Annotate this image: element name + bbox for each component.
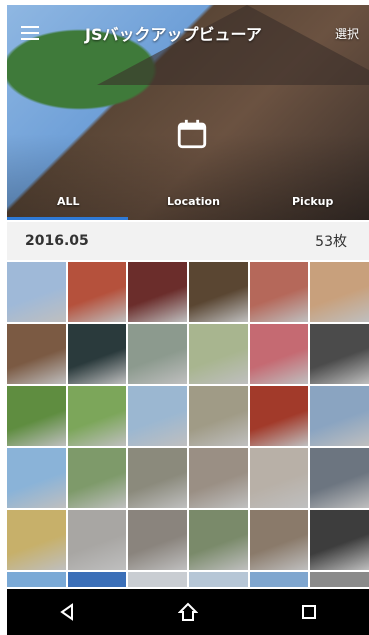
- photo-thumbnail[interactable]: [67, 262, 127, 322]
- photo-thumbnail[interactable]: [189, 386, 248, 446]
- photo-thumbnail[interactable]: [189, 262, 248, 322]
- photo-thumbnail[interactable]: [189, 572, 248, 587]
- photo-thumbnail[interactable]: [128, 324, 187, 384]
- photo-thumbnail[interactable]: [67, 448, 127, 508]
- photo-thumbnail[interactable]: [67, 510, 127, 570]
- app-bar: JSバックアップビューア: [7, 5, 369, 61]
- photo-thumbnail[interactable]: [67, 572, 127, 587]
- photo-thumbnail[interactable]: [310, 324, 369, 384]
- photo-thumbnail[interactable]: [189, 448, 248, 508]
- photo-thumbnail[interactable]: [310, 262, 369, 322]
- photo-thumbnail[interactable]: [310, 448, 369, 508]
- photo-thumbnail[interactable]: [7, 448, 66, 508]
- photo-thumbnail[interactable]: [249, 510, 309, 570]
- tab-location[interactable]: Location: [167, 195, 220, 208]
- photo-thumbnail[interactable]: [7, 324, 66, 384]
- tab-bar: ALL Location Pickup: [7, 180, 369, 220]
- select-button[interactable]: 選択: [335, 25, 359, 42]
- photo-thumbnail[interactable]: [310, 510, 369, 570]
- photo-thumbnail[interactable]: [7, 510, 66, 570]
- recents-icon[interactable]: [296, 599, 322, 625]
- home-icon[interactable]: [175, 599, 201, 625]
- tab-all[interactable]: ALL: [57, 195, 80, 208]
- photo-thumbnail[interactable]: [189, 510, 248, 570]
- photo-thumbnail[interactable]: [128, 386, 187, 446]
- menu-icon[interactable]: [21, 16, 55, 50]
- photo-thumbnail[interactable]: [128, 510, 187, 570]
- photo-thumbnail[interactable]: [128, 448, 187, 508]
- photo-thumbnail[interactable]: [189, 324, 248, 384]
- photo-thumbnail[interactable]: [249, 572, 309, 587]
- photo-thumbnail[interactable]: [249, 324, 309, 384]
- photo-count: 53枚: [315, 234, 347, 250]
- tab-pickup[interactable]: Pickup: [292, 195, 333, 208]
- photo-thumbnail[interactable]: [310, 386, 369, 446]
- photo-thumbnail[interactable]: [7, 386, 66, 446]
- section-header: 2016.05 53枚: [7, 222, 369, 260]
- section-date: 2016.05: [25, 233, 89, 249]
- photo-thumbnail[interactable]: [67, 324, 127, 384]
- header-banner: JSバックアップビューア 選択 ALL Location Pickup: [7, 5, 369, 220]
- photo-thumbnail[interactable]: [7, 572, 66, 587]
- photo-thumbnail[interactable]: [249, 262, 309, 322]
- photo-thumbnail[interactable]: [67, 386, 127, 446]
- photo-thumbnail[interactable]: [249, 448, 309, 508]
- photo-thumbnail[interactable]: [128, 572, 187, 587]
- photo-thumbnail[interactable]: [128, 262, 187, 322]
- photo-thumbnail[interactable]: [7, 262, 66, 322]
- photo-thumbnail[interactable]: [310, 572, 369, 587]
- photo-thumbnail[interactable]: [249, 386, 309, 446]
- system-nav-bar: [7, 589, 369, 635]
- back-icon[interactable]: [54, 599, 80, 625]
- photo-grid: [7, 262, 369, 587]
- calendar-icon[interactable]: [175, 117, 209, 151]
- app-title: JSバックアップビューア: [85, 25, 262, 44]
- tab-indicator: [7, 217, 128, 220]
